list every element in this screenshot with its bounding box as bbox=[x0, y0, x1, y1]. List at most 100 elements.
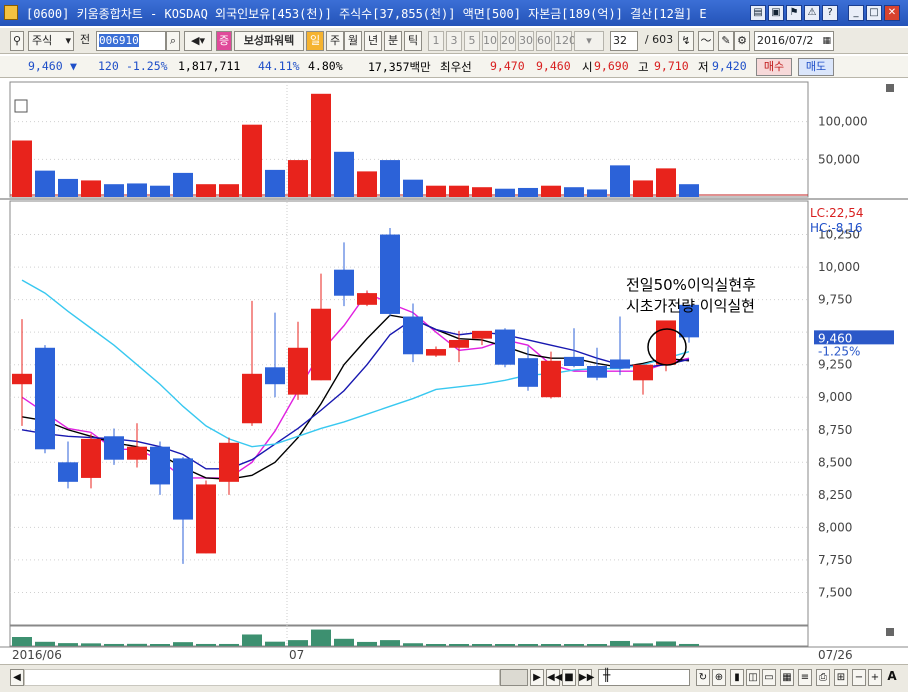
volume-bar bbox=[127, 183, 147, 197]
alert-icon[interactable]: ⚠ bbox=[804, 5, 820, 21]
interval-1[interactable]: 1 bbox=[428, 31, 444, 51]
volume-bar bbox=[288, 160, 308, 197]
chart-area[interactable]: 100,000 50,000 10,250 10,000 9,750 9,250 9,000… bbox=[0, 80, 908, 664]
draw-icon[interactable]: ✎ bbox=[718, 31, 734, 51]
print-icon[interactable]: ⎙ bbox=[816, 669, 830, 686]
flag-icon[interactable]: ⚑ bbox=[786, 5, 802, 21]
price-chart[interactable]: 100,00050,00010,25010,0009,7509,2509,000… bbox=[0, 80, 908, 664]
scroll-right-icon[interactable]: ▶ bbox=[530, 669, 544, 686]
chart-type-icon[interactable]: ▮ bbox=[730, 669, 744, 686]
scrollbar-thumb[interactable] bbox=[500, 669, 528, 686]
volume-bar bbox=[12, 140, 32, 197]
speaker-icon[interactable]: ◀▾ bbox=[184, 31, 212, 51]
interval-select[interactable]: ▾ bbox=[574, 31, 604, 51]
candle-body bbox=[541, 360, 561, 398]
candle-body bbox=[357, 293, 377, 305]
mini-volume-bar bbox=[472, 644, 492, 646]
screen-icon[interactable]: ▭ bbox=[762, 669, 776, 686]
candle-body bbox=[81, 438, 101, 478]
interval-60[interactable]: 60 bbox=[536, 31, 552, 51]
candle-body bbox=[656, 320, 676, 365]
mini-volume-bar bbox=[35, 641, 55, 646]
list-icon[interactable]: ≡ bbox=[798, 669, 812, 686]
rewind-icon[interactable]: ◀◀ bbox=[546, 669, 562, 686]
date-input[interactable]: 2016/07/2 ▦ bbox=[754, 31, 834, 51]
mini-volume-bar bbox=[196, 643, 216, 646]
chart-tools-icon[interactable]: ↯ bbox=[678, 31, 694, 51]
price-tick-label: 8,000 bbox=[818, 520, 852, 534]
candle-body bbox=[633, 364, 653, 381]
candle-body bbox=[426, 349, 446, 356]
mini-volume-bar bbox=[311, 629, 331, 646]
tab-daily[interactable]: 일 bbox=[306, 31, 324, 51]
zoom-slider[interactable]: ╫ bbox=[598, 668, 690, 686]
interval-20[interactable]: 20 bbox=[500, 31, 516, 51]
interval-30[interactable]: 30 bbox=[518, 31, 534, 51]
minimize-icon[interactable]: _ bbox=[848, 5, 864, 21]
mini-volume-bar bbox=[564, 644, 584, 646]
indicator-badge[interactable]: 증 bbox=[216, 31, 232, 51]
candle-body bbox=[587, 365, 607, 378]
refresh-icon[interactable]: ↻ bbox=[696, 669, 710, 686]
title-bar: [0600] 키움종합차트 - KOSDAQ 외국인보유[453(천)] 주식수… bbox=[0, 0, 908, 26]
save-icon[interactable]: ▣ bbox=[768, 5, 784, 21]
stop-icon[interactable]: ■ bbox=[562, 669, 576, 686]
auto-icon[interactable]: ⊕ bbox=[712, 669, 726, 686]
close-icon[interactable]: ✕ bbox=[884, 5, 900, 21]
price-tick-label: 7,750 bbox=[818, 553, 852, 567]
mini-volume-bar bbox=[173, 642, 193, 646]
slider-handle-icon: ╫ bbox=[603, 668, 611, 682]
high-label: 고 bbox=[638, 60, 649, 74]
candle-body bbox=[518, 358, 538, 387]
zoom-in-icon[interactable]: ⊞ bbox=[834, 669, 848, 686]
mini-volume-bar bbox=[426, 644, 446, 646]
interval-3[interactable]: 3 bbox=[446, 31, 462, 51]
scroll-left-icon[interactable]: ◀ bbox=[10, 669, 24, 686]
price-tick-label: 9,000 bbox=[818, 390, 852, 404]
interval-120[interactable]: 120 bbox=[554, 31, 576, 51]
tab-monthly[interactable]: 월 bbox=[344, 31, 362, 51]
market-select[interactable]: 주식 ▾ bbox=[28, 31, 74, 51]
current-change-label: -1.25% bbox=[818, 344, 860, 358]
interval-5[interactable]: 5 bbox=[464, 31, 480, 51]
annotation-line-2: 시초가전량 이익실현 bbox=[626, 297, 755, 315]
app-icon bbox=[4, 5, 18, 20]
candle-body bbox=[449, 339, 469, 348]
high-price: 9,710 bbox=[654, 59, 689, 73]
volume-tick-label: 100,000 bbox=[818, 115, 868, 129]
volume-bar bbox=[104, 184, 124, 197]
grid-toggle-icon[interactable]: ▦ bbox=[780, 669, 794, 686]
help-icon[interactable]: ? bbox=[822, 5, 838, 21]
overlay-icon[interactable]: ◫ bbox=[746, 669, 760, 686]
price-tick-label: 8,750 bbox=[818, 423, 852, 437]
current-price-label: 9,460 bbox=[818, 331, 852, 345]
count-input[interactable]: 32 bbox=[610, 31, 638, 51]
interval-10[interactable]: 10 bbox=[482, 31, 498, 51]
sell-button[interactable]: 매도 bbox=[798, 58, 834, 76]
mini-volume-bar bbox=[679, 643, 699, 646]
tab-minute[interactable]: 분 bbox=[384, 31, 402, 51]
tab-yearly[interactable]: 년 bbox=[364, 31, 382, 51]
bottom-bar: ◀ ▶ ◀◀ ■ ▶▶ ╫ ↻ ⊕ ▮ ◫ ▭ ▦ ≡ ⎙ ⊞ − + A bbox=[0, 664, 908, 692]
date-value: 2016/07/2 bbox=[757, 34, 814, 47]
price-tick-label: 9,250 bbox=[818, 358, 852, 372]
chart-background bbox=[0, 80, 908, 664]
search-icon[interactable]: ⌕ bbox=[166, 31, 180, 51]
open-label: 시 bbox=[582, 60, 593, 74]
buy-button[interactable]: 매수 bbox=[756, 58, 792, 76]
horizontal-scrollbar[interactable] bbox=[24, 669, 500, 686]
fast-forward-icon[interactable]: ▶▶ bbox=[578, 669, 594, 686]
count-total: / 603 bbox=[644, 33, 674, 46]
tab-tick[interactable]: 틱 bbox=[404, 31, 422, 51]
zoom-out-icon[interactable]: − bbox=[852, 669, 866, 686]
pin-icon[interactable]: ⚲ bbox=[10, 31, 24, 51]
tab-weekly[interactable]: 주 bbox=[326, 31, 344, 51]
plus-icon[interactable]: + bbox=[868, 669, 882, 686]
price-tick-label: 8,500 bbox=[818, 455, 852, 469]
font-size-icon[interactable]: A bbox=[884, 669, 900, 686]
maximize-icon[interactable]: □ bbox=[866, 5, 882, 21]
layout-icon[interactable]: ▤ bbox=[750, 5, 766, 21]
volume-bar bbox=[610, 165, 630, 197]
settings-icon[interactable]: ⚙ bbox=[734, 31, 750, 51]
trend-icon[interactable]: 〜 bbox=[698, 31, 714, 51]
